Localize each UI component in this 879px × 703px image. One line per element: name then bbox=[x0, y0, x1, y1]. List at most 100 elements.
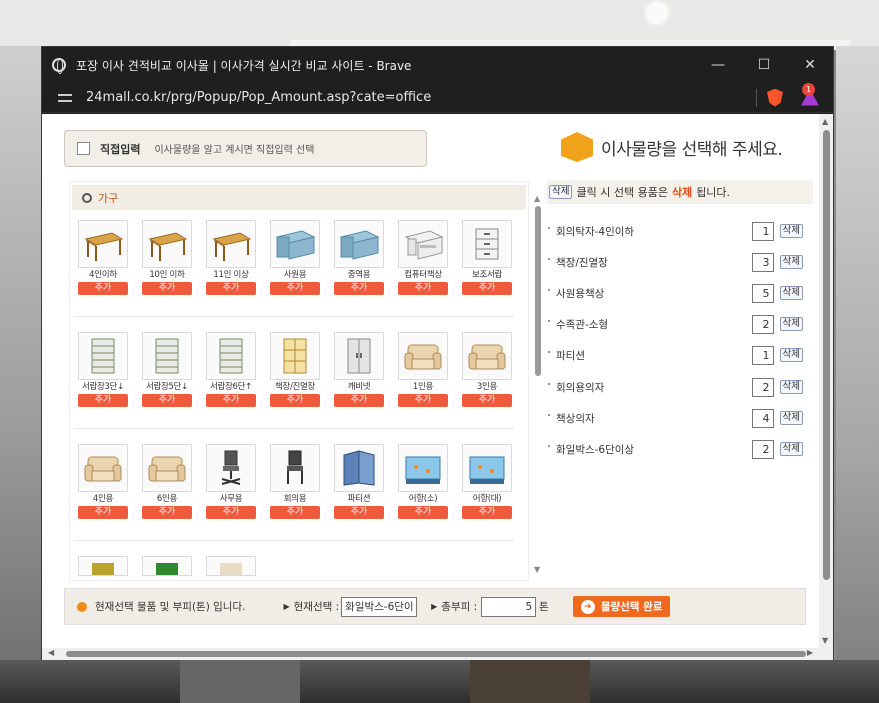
catalog-item: 파티션 추가 bbox=[334, 444, 384, 519]
catalog-item: 사원용 추가 bbox=[270, 220, 320, 295]
drawer-icon bbox=[462, 220, 512, 268]
row-divider bbox=[74, 540, 514, 541]
add-button[interactable]: 추가 bbox=[142, 394, 192, 407]
quantity-input[interactable]: 1 bbox=[751, 221, 774, 241]
delete-button[interactable]: 삭제 bbox=[779, 317, 803, 331]
quantity-input[interactable]: 2 bbox=[751, 377, 774, 397]
selected-item-name: 수족관-소형 bbox=[556, 318, 609, 331]
selected-item-name: 사원용책상 bbox=[556, 287, 605, 300]
add-button[interactable]: 추가 bbox=[142, 282, 192, 295]
add-button[interactable]: 추가 bbox=[270, 394, 320, 407]
hint-text: 클릭 시 선택 용품은 bbox=[576, 185, 668, 199]
catalog-item: 어항(대) 추가 bbox=[462, 444, 512, 519]
add-button[interactable]: 추가 bbox=[462, 282, 512, 295]
catalog-item: 중역용 추가 bbox=[334, 220, 384, 295]
selected-item-name: 파티션 bbox=[556, 349, 585, 362]
total-volume-field[interactable]: 5 bbox=[481, 596, 537, 617]
catalog-item: 4인이하추가 bbox=[78, 220, 128, 295]
item-name: 4인이하 bbox=[89, 270, 117, 280]
add-button[interactable]: 추가 bbox=[78, 282, 128, 295]
item-name: 10인 이하 bbox=[149, 270, 185, 280]
catalog-item: 사무용 추가 bbox=[206, 444, 256, 519]
add-button[interactable]: 추가 bbox=[398, 394, 448, 407]
catalog-item: 4인용 추가 bbox=[78, 444, 128, 519]
catalog-item: 10인 이하추가 bbox=[142, 220, 192, 295]
vertical-scroll-thumb[interactable] bbox=[823, 130, 830, 580]
scroll-down-icon[interactable]: ▼ bbox=[822, 636, 828, 645]
row-bullet-icon bbox=[548, 320, 550, 322]
triangle-icon: ▶ bbox=[283, 602, 290, 611]
delete-button[interactable]: 삭제 bbox=[779, 348, 803, 362]
scroll-up-icon[interactable]: ▲ bbox=[534, 194, 540, 203]
add-button[interactable]: 추가 bbox=[398, 282, 448, 295]
delete-button[interactable]: 삭제 bbox=[779, 255, 803, 269]
direct-input-checkbox[interactable] bbox=[77, 142, 90, 155]
add-button[interactable]: 추가 bbox=[142, 506, 192, 519]
catalog-item: 캐비넷 추가 bbox=[334, 332, 384, 407]
catalog-item: 서랍장5단↓ 추가 bbox=[142, 332, 192, 407]
add-button[interactable]: 추가 bbox=[270, 282, 320, 295]
quantity-input[interactable]: 4 bbox=[751, 408, 774, 428]
confirm-selection-button[interactable]: ➜ 물량선택 완료 bbox=[572, 596, 671, 617]
category-header: 가구 bbox=[72, 185, 526, 210]
site-settings-icon[interactable] bbox=[58, 92, 72, 104]
minimize-button[interactable]: — bbox=[695, 47, 741, 83]
heading-text: 이사물량을 선택해 주세요. bbox=[601, 139, 783, 160]
quantity-input[interactable]: 2 bbox=[751, 439, 774, 459]
add-button[interactable]: 추가 bbox=[398, 506, 448, 519]
current-selection-field[interactable]: 화일박스-6단이 bbox=[341, 596, 418, 617]
add-button[interactable]: 추가 bbox=[206, 282, 256, 295]
add-button[interactable]: 추가 bbox=[78, 394, 128, 407]
scroll-left-icon[interactable]: ◀ bbox=[48, 648, 54, 657]
page-vertical-scrollbar[interactable]: ▲ ▼ bbox=[819, 114, 833, 648]
selected-item-row: 회의용의자 2 삭제 bbox=[547, 376, 813, 398]
delete-button[interactable]: 삭제 bbox=[779, 380, 803, 394]
catalog-item: 1인용 추가 bbox=[398, 332, 448, 407]
add-button[interactable]: 추가 bbox=[334, 506, 384, 519]
scroll-down-icon[interactable]: ▼ bbox=[534, 565, 540, 574]
add-button[interactable]: 추가 bbox=[462, 394, 512, 407]
horizontal-scroll-thumb[interactable] bbox=[66, 651, 806, 657]
quantity-input[interactable]: 2 bbox=[751, 314, 774, 334]
brave-shields-icon[interactable] bbox=[767, 88, 783, 107]
add-button[interactable]: 추가 bbox=[206, 394, 256, 407]
quantity-input[interactable]: 5 bbox=[751, 283, 774, 303]
add-button[interactable]: 추가 bbox=[334, 394, 384, 407]
page-horizontal-scrollbar[interactable]: ◀ ▶ bbox=[42, 648, 833, 660]
selected-item-row: 화일박스-6단이상 2 삭제 bbox=[547, 438, 813, 460]
delete-button[interactable]: 삭제 bbox=[779, 224, 803, 238]
delete-button[interactable]: 삭제 bbox=[779, 411, 803, 425]
office-chair-icon bbox=[206, 444, 256, 492]
background-right bbox=[836, 46, 879, 703]
quantity-input[interactable]: 1 bbox=[751, 345, 774, 365]
selected-item-name: 화일박스-6단이상 bbox=[556, 443, 635, 456]
add-button[interactable]: 추가 bbox=[334, 282, 384, 295]
table-icon bbox=[142, 220, 192, 268]
summary-bar: 현재선택 물품 및 부피(톤) 입니다. ▶ 현재선택 : 화일박스-6단이 ▶… bbox=[64, 588, 806, 625]
direct-input-description: 이사물량을 알고 계시면 직접입력 선택 bbox=[154, 145, 315, 156]
catalog-scrollbar[interactable]: ▲ ▼ bbox=[534, 194, 543, 574]
delete-button[interactable]: 삭제 bbox=[779, 442, 803, 456]
catalog-item: 어항(소) 추가 bbox=[398, 444, 448, 519]
close-button[interactable]: ✕ bbox=[787, 47, 833, 83]
catalog-scroll-thumb[interactable] bbox=[535, 206, 541, 376]
confirm-label: 물량선택 완료 bbox=[600, 601, 663, 613]
scroll-up-icon[interactable]: ▲ bbox=[822, 117, 828, 126]
catalog-item: 11인 이상 추가 bbox=[206, 220, 256, 295]
item-name: 6인용 bbox=[156, 494, 178, 504]
catalog-item: 6인용추가 bbox=[142, 444, 192, 519]
maximize-button[interactable]: ☐ bbox=[741, 47, 787, 83]
add-button[interactable]: 추가 bbox=[270, 506, 320, 519]
catalog-row: 4인이하 추가 10인 이하 추가 11인 이상 추가 사원용 추가 중역용 추가 컴퓨터책상 추가 보… bbox=[78, 220, 526, 295]
title-bar: 포장 이사 견적비교 이사몰 | 이사가격 실시간 비교 사이트 - Brave… bbox=[42, 47, 833, 83]
table-icon bbox=[78, 220, 128, 268]
url-text[interactable]: 24mall.co.kr/prg/Popup/Pop_Amount.asp?ca… bbox=[86, 90, 756, 105]
scroll-right-icon[interactable]: ▶ bbox=[807, 648, 813, 657]
delete-button[interactable]: 삭제 bbox=[779, 286, 803, 300]
quantity-input[interactable]: 3 bbox=[751, 252, 774, 272]
plant-icon bbox=[78, 556, 128, 576]
add-button[interactable]: 추가 bbox=[206, 506, 256, 519]
add-button[interactable]: 추가 bbox=[462, 506, 512, 519]
sofa-icon bbox=[398, 332, 448, 380]
add-button[interactable]: 추가 bbox=[78, 506, 128, 519]
